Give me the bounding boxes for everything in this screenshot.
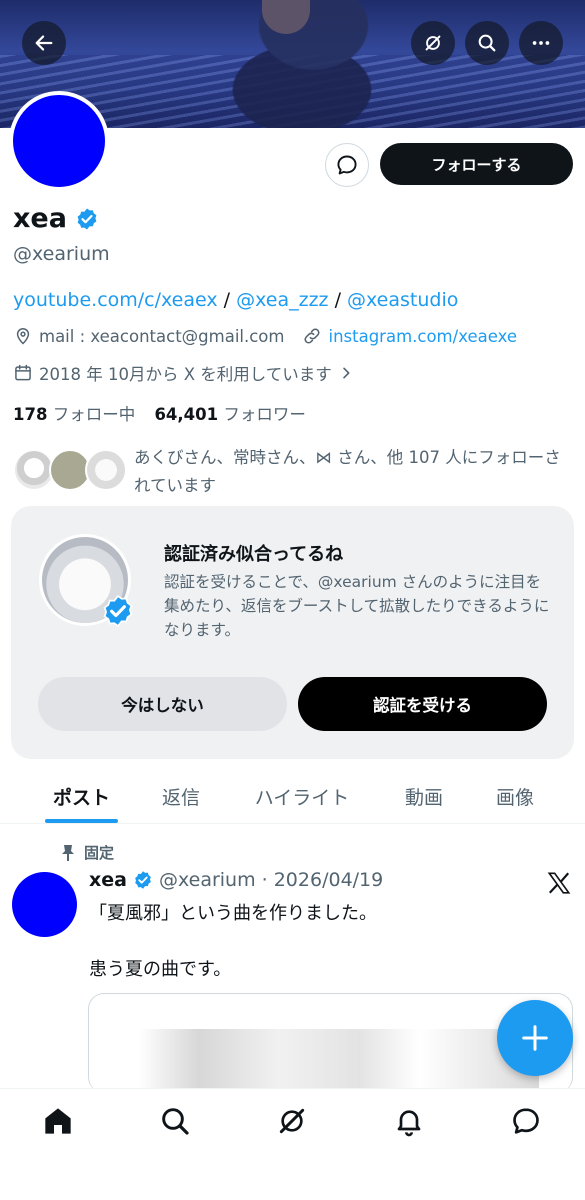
pin-icon — [62, 844, 74, 861]
chevron-right-icon — [342, 367, 350, 379]
search-icon[interactable] — [159, 1105, 191, 1137]
link-icon — [304, 328, 320, 344]
bio-link-xea-zzz[interactable]: @xea_zzz — [236, 289, 328, 311]
verified-badge-icon — [135, 871, 151, 889]
calendar-icon — [15, 364, 31, 381]
message-button[interactable] — [325, 143, 369, 187]
follower-avatar — [85, 449, 127, 491]
messages-icon[interactable] — [510, 1105, 542, 1137]
website-link[interactable]: instagram.com/xeaexe — [328, 327, 517, 346]
verification-description: 認証を受けることで、@xearium さんのように注目を集めたり、返信をブースト… — [164, 573, 550, 639]
banner-figure — [210, 0, 440, 128]
verified-badge-icon — [103, 594, 133, 628]
followers-link[interactable]: 64,401 フォロワー — [154, 405, 305, 424]
tab-highlights[interactable]: ハイライト — [238, 768, 366, 824]
followed-by-text: あくびさん、常時さん、⋈ さん、他 107 人にフォローされています — [134, 448, 561, 495]
back-button[interactable] — [22, 21, 66, 65]
tab-videos[interactable]: 動画 — [384, 768, 464, 824]
profile-avatar[interactable] — [9, 91, 109, 191]
tab-posts[interactable]: ポスト — [30, 768, 133, 824]
arrow-left-icon — [35, 35, 53, 51]
grok-icon[interactable] — [276, 1105, 308, 1137]
post-author-avatar[interactable] — [12, 872, 77, 937]
home-icon[interactable] — [42, 1105, 74, 1137]
follow-counts: 178 フォロー中 64,401 フォロワー — [13, 401, 306, 425]
location-row: mail : xeacontact@gmail.com instagram.co… — [13, 326, 517, 346]
name-row: xea — [13, 203, 99, 234]
pinned-label: 固定 — [84, 844, 115, 862]
bio-separator: / — [217, 289, 237, 311]
search-icon — [478, 34, 496, 52]
active-tab-indicator — [45, 819, 118, 823]
following-label: フォロー中 — [52, 405, 136, 424]
followers-label: フォロワー — [223, 405, 306, 424]
display-name: xea — [13, 203, 67, 234]
compose-button[interactable] — [497, 1000, 573, 1076]
get-verified-button[interactable]: 認証を受ける — [298, 677, 547, 731]
not-now-button[interactable]: 今はしない — [38, 677, 287, 731]
post-text-line: 患う夏の曲です。 — [89, 959, 232, 980]
bio-separator: / — [328, 289, 348, 311]
bottom-navigation — [0, 1088, 585, 1200]
grok-icon — [425, 35, 441, 51]
post-header: xea @xearium · 2026/04/19 — [89, 869, 383, 891]
bio-link-xeastudio[interactable]: @xeastudio — [347, 289, 458, 311]
profile-tabs: ポスト 返信 ハイライト 動画 画像 — [0, 768, 585, 824]
pinned-label-row: 固定 — [60, 842, 114, 863]
verification-title: 認証済み似合ってるね — [164, 544, 344, 565]
joined-row[interactable]: 2018 年 10月から X を利用しています — [13, 361, 360, 385]
verification-card: 認証済み似合ってるね 認証を受けることで、@xearium さんのように注目を集… — [11, 506, 574, 759]
grok-button[interactable] — [411, 21, 455, 65]
tab-replies[interactable]: 返信 — [140, 768, 222, 824]
verified-badge-icon — [77, 208, 97, 229]
post-author-name[interactable]: xea — [89, 869, 127, 891]
post-media-image — [139, 1029, 539, 1093]
more-icon — [532, 41, 550, 45]
plus-icon — [522, 1025, 548, 1051]
following-count: 178 — [13, 405, 48, 424]
post-text-line: 「夏風邪」という曲を作りました。 — [89, 903, 377, 924]
followers-count: 64,401 — [154, 405, 219, 424]
notifications-icon[interactable] — [393, 1105, 425, 1137]
bio-link-youtube[interactable]: youtube.com/c/xeaex — [13, 289, 218, 311]
location-text: mail : xeacontact@gmail.com — [39, 326, 285, 346]
message-icon — [337, 155, 357, 175]
post-handle-date: @xearium · 2026/04/19 — [158, 869, 384, 891]
following-link[interactable]: 178 フォロー中 — [13, 405, 135, 424]
joined-text: 2018 年 10月から X を利用しています — [39, 365, 332, 384]
more-button[interactable] — [519, 21, 563, 65]
tab-media[interactable]: 画像 — [475, 768, 555, 824]
followed-by-row[interactable]: あくびさん、常時さん、⋈ さん、他 107 人にフォローされています — [13, 444, 573, 500]
profile-handle: @xearium — [13, 243, 110, 265]
search-button[interactable] — [465, 21, 509, 65]
x-logo-icon[interactable] — [546, 870, 572, 896]
follow-button[interactable]: フォローする — [380, 143, 573, 185]
location-pin-icon — [16, 328, 30, 345]
profile-bio: youtube.com/c/xeaex / @xea_zzz / @xeastu… — [13, 289, 458, 311]
